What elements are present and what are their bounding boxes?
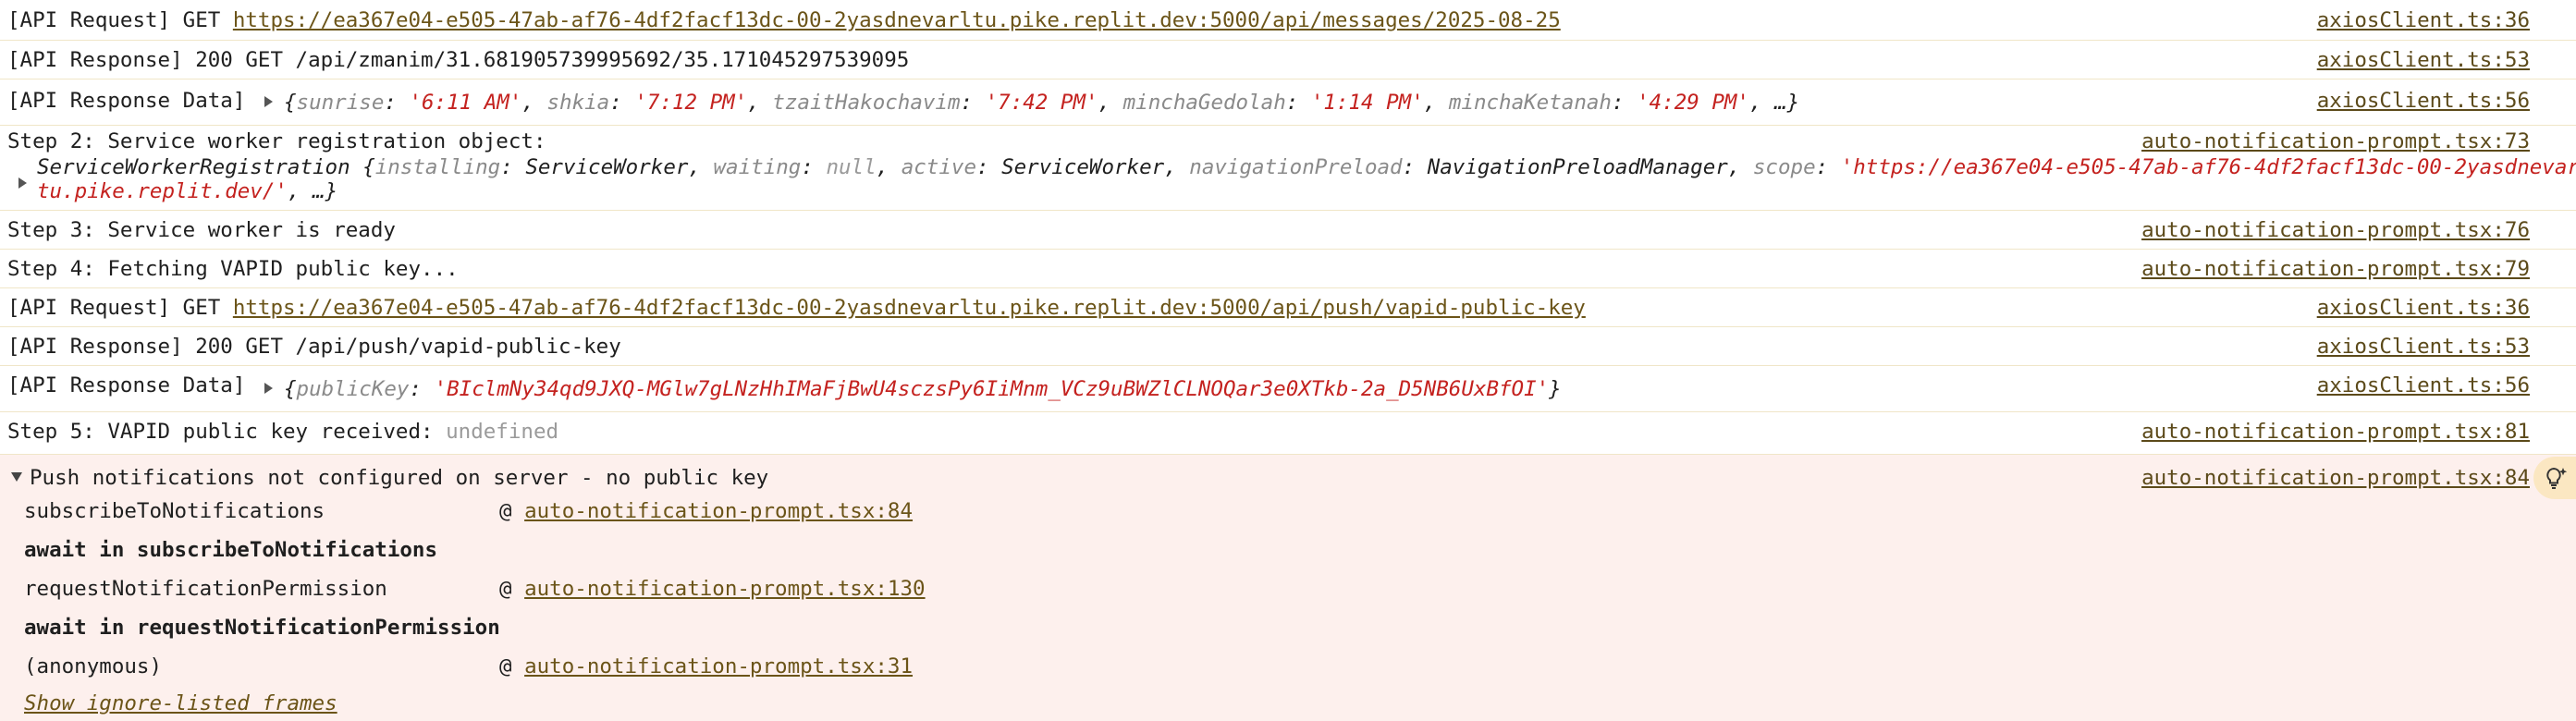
log-message: [API Response] 200 GET /api/push/vapid-p…	[7, 335, 621, 359]
console-row: [API Request] GET https://ea367e04-e505-…	[0, 0, 2576, 41]
log-message: Step 4: Fetching VAPID public key...	[7, 257, 459, 281]
stack-frame-link[interactable]: auto-notification-prompt.tsx:130	[524, 577, 925, 601]
source-link[interactable]: axiosClient.ts:36	[2317, 296, 2530, 320]
source-link[interactable]: axiosClient.ts:56	[2317, 89, 2530, 113]
undefined-value: undefined	[446, 420, 559, 444]
source-link[interactable]: auto-notification-prompt.tsx:84	[2141, 466, 2530, 490]
warning-message: Push notifications not configured on ser…	[0, 455, 2576, 721]
object-preview[interactable]: {sunrise: '6:11 AM', shkia: '7:12 PM', t…	[264, 91, 1799, 115]
log-prefix: [API Request] GET	[7, 296, 233, 320]
log-message: Step 2: Service worker registration obje…	[7, 129, 546, 153]
stack-frame-name: subscribeToNotifications	[24, 499, 325, 523]
stack-frame-link[interactable]: auto-notification-prompt.tsx:84	[524, 499, 913, 523]
console-row: Step 5: VAPID public key received: undef…	[0, 412, 2576, 455]
stack-frame-name: requestNotificationPermission	[24, 577, 387, 601]
console-row: [API Response Data] {sunrise: '6:11 AM',…	[0, 79, 2576, 126]
log-prefix: [API Response Data]	[7, 89, 246, 113]
console-row: [API Response] 200 GET /api/zmanim/31.68…	[0, 41, 2576, 79]
console-row: [API Response Data] {publicKey: 'BIclmNy…	[0, 366, 2576, 412]
request-url-link[interactable]: https://ea367e04-e505-47ab-af76-4df2facf…	[233, 8, 1561, 32]
source-link[interactable]: axiosClient.ts:53	[2317, 335, 2530, 359]
console-row: Step 2: Service worker registration obje…	[0, 126, 2576, 211]
log-message: [API Request] GET https://ea367e04-e505-…	[7, 8, 1561, 32]
lightbulb-icon	[2546, 467, 2568, 489]
console-row: [API Request] GET https://ea367e04-e505-…	[0, 288, 2576, 327]
request-url-link[interactable]: https://ea367e04-e505-47ab-af76-4df2facf…	[233, 296, 1586, 320]
show-ignore-listed-frames-link[interactable]: Show ignore-listed frames	[24, 691, 337, 715]
stack-frame-location: @ auto-notification-prompt.tsx:84	[499, 499, 914, 523]
expand-triangle-icon[interactable]	[264, 382, 273, 394]
source-link[interactable]: auto-notification-prompt.tsx:73	[2141, 129, 2530, 153]
lightbulb-sparkle-icon[interactable]	[2533, 457, 2576, 499]
expand-triangle-icon[interactable]	[18, 177, 27, 189]
object-preview-continued: tu.pike.replit.dev/', …}	[37, 179, 338, 203]
log-prefix: [API Response Data]	[7, 373, 246, 397]
stack-frame-location: @ auto-notification-prompt.tsx:130	[499, 577, 926, 601]
source-link[interactable]: axiosClient.ts:53	[2317, 48, 2530, 72]
async-boundary: await in subscribeToNotifications	[24, 538, 438, 562]
source-link[interactable]: axiosClient.ts:56	[2317, 373, 2530, 397]
stack-frame-name: (anonymous)	[24, 654, 163, 678]
source-link[interactable]: auto-notification-prompt.tsx:79	[2141, 257, 2530, 281]
source-link[interactable]: auto-notification-prompt.tsx:76	[2141, 218, 2530, 242]
async-boundary: await in requestNotificationPermission	[24, 616, 500, 640]
collapse-triangle-icon[interactable]	[11, 471, 22, 482]
console-row: Step 4: Fetching VAPID public key... aut…	[0, 250, 2576, 288]
console-row: Step 3: Service worker is ready auto-not…	[0, 211, 2576, 250]
object-preview[interactable]: ServiceWorkerRegistration {installing: S…	[37, 155, 2576, 179]
log-message: Step 3: Service worker is ready	[7, 218, 396, 242]
source-link[interactable]: axiosClient.ts:36	[2317, 8, 2530, 32]
source-link[interactable]: auto-notification-prompt.tsx:81	[2141, 420, 2530, 444]
stack-frame-location: @ auto-notification-prompt.tsx:31	[499, 654, 914, 678]
log-prefix: [API Request] GET	[7, 8, 233, 32]
warning-title[interactable]: Push notifications not configured on ser…	[11, 466, 768, 490]
expand-triangle-icon[interactable]	[264, 95, 273, 107]
stack-frame-link[interactable]: auto-notification-prompt.tsx:31	[524, 654, 913, 678]
log-message: [API Response] 200 GET /api/zmanim/31.68…	[7, 48, 910, 72]
console-row: [API Response] 200 GET /api/push/vapid-p…	[0, 327, 2576, 366]
object-preview[interactable]: {publicKey: 'BIclmNy34qd9JXQ-MGlw7gLNzHh…	[264, 377, 1562, 401]
log-message: [API Request] GET https://ea367e04-e505-…	[7, 296, 1586, 320]
log-message: Step 5: VAPID public key received: undef…	[7, 420, 559, 444]
